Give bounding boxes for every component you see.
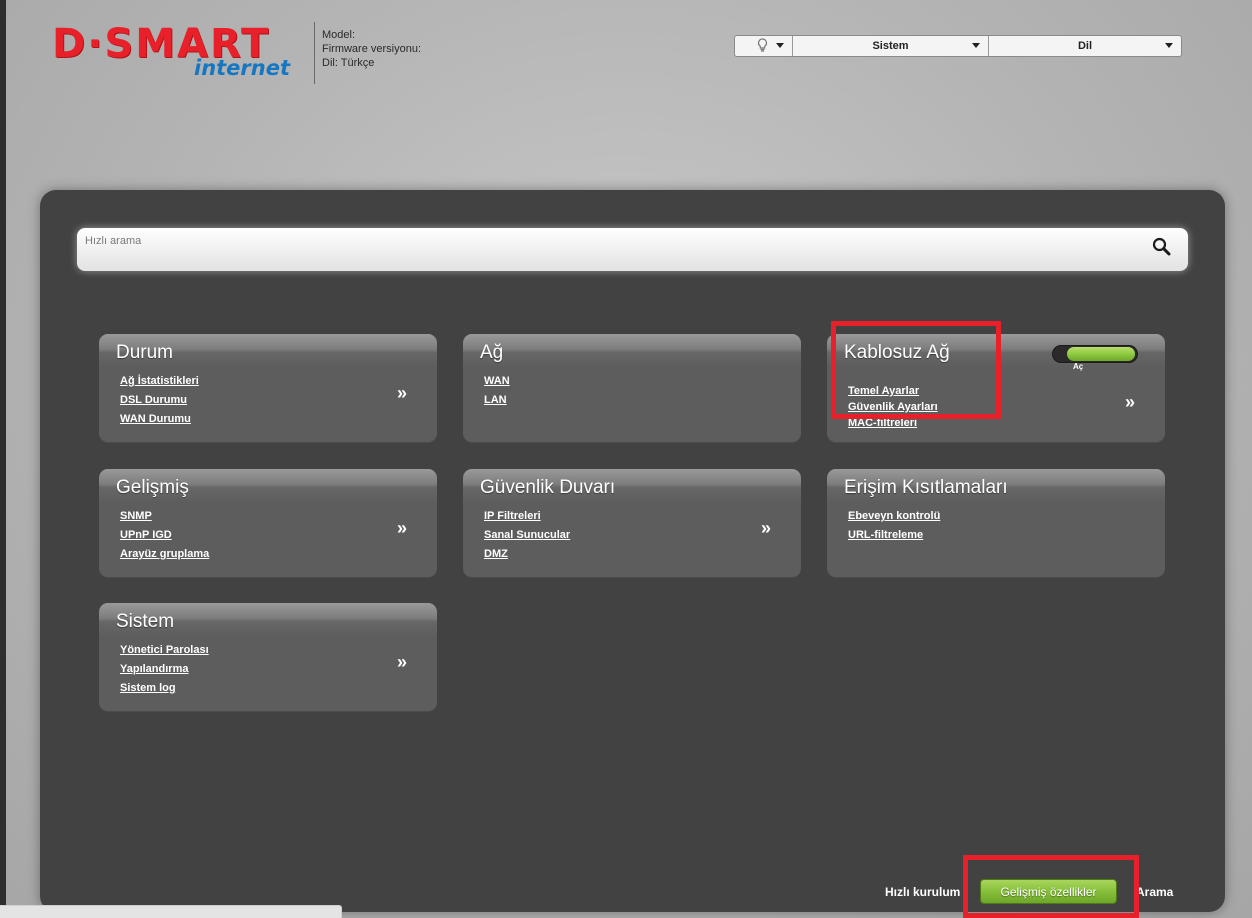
link-yapilandirma[interactable]: Yapılandırma — [120, 660, 209, 679]
card-title[interactable]: Ağ — [480, 342, 503, 364]
link-sistem-log[interactable]: Sistem log — [120, 679, 209, 698]
card-durum: Durum Ağ İstatistikleri DSL Durumu WAN D… — [99, 334, 437, 442]
card-links: Yönetici Parolası Yapılandırma Sistem lo… — [120, 641, 209, 698]
expand-arrow-icon[interactable]: » — [1125, 393, 1135, 411]
card-ag: Ağ WAN LAN — [463, 334, 801, 442]
toggle-fill — [1067, 347, 1135, 361]
card-title[interactable]: Güvenlik Duvarı — [480, 477, 615, 499]
system-menu-label: Sistem — [872, 40, 909, 52]
model-label: Model: — [322, 29, 356, 41]
header-divider — [314, 22, 315, 84]
card-header — [463, 334, 801, 368]
logo-sub-text: internet — [194, 56, 291, 80]
card-links: Ağ İstatistikleri DSL Durumu WAN Durumu — [120, 372, 199, 429]
link-mac-filtreleri[interactable]: MAC-filtreleri — [848, 415, 938, 431]
expand-arrow-icon[interactable]: » — [397, 519, 407, 537]
link-dmz[interactable]: DMZ — [484, 545, 570, 564]
chevron-down-icon — [1165, 43, 1173, 48]
chevron-down-icon — [776, 43, 784, 48]
left-edge-strip — [0, 0, 6, 918]
toggle-label: Aç — [1073, 362, 1084, 371]
card-guvenlik-duvari: Güvenlik Duvarı IP Filtreleri Sanal Sunu… — [463, 469, 801, 577]
card-title[interactable]: Kablosuz Ağ — [844, 342, 950, 364]
notifications-dropdown[interactable] — [735, 36, 793, 56]
card-title[interactable]: Erişim Kısıtlamaları — [844, 477, 1008, 499]
advanced-features-button[interactable]: Gelişmiş özellikler — [980, 879, 1117, 904]
link-wan-durumu[interactable]: WAN Durumu — [120, 410, 199, 429]
link-guvenlik-ayarlari[interactable]: Güvenlik Ayarları — [848, 399, 938, 415]
card-links: WAN LAN — [484, 372, 510, 410]
link-upnp-igd[interactable]: UPnP IGD — [120, 526, 209, 545]
card-title[interactable]: Durum — [116, 342, 173, 364]
dsmart-logo[interactable]: D·SMART internet — [52, 22, 308, 86]
status-bar — [0, 905, 342, 918]
quick-search-bar — [77, 228, 1188, 271]
link-lan[interactable]: LAN — [484, 391, 510, 410]
link-sanal-sunucular[interactable]: Sanal Sunucular — [484, 526, 570, 545]
search-footer-link[interactable]: Arama — [1136, 885, 1173, 899]
card-links: Temel Ayarlar Güvenlik Ayarları MAC-filt… — [848, 383, 938, 431]
card-title[interactable]: Sistem — [116, 611, 174, 633]
card-gelismis: Gelişmiş SNMP UPnP IGD Arayüz gruplama » — [99, 469, 437, 577]
link-ebeveyn-kontrolu[interactable]: Ebeveyn kontrolü — [848, 507, 940, 526]
lightbulb-icon — [757, 38, 768, 56]
expand-arrow-icon[interactable]: » — [761, 519, 771, 537]
top-menu-bar: Sistem Dil — [734, 35, 1182, 57]
card-erisim-kisitlamalari: Erişim Kısıtlamaları Ebeveyn kontrolü UR… — [827, 469, 1165, 577]
chevron-down-icon — [972, 43, 980, 48]
expand-arrow-icon[interactable]: » — [397, 653, 407, 671]
link-ip-filtreleri[interactable]: IP Filtreleri — [484, 507, 570, 526]
link-temel-ayarlar[interactable]: Temel Ayarlar — [848, 383, 938, 399]
wireless-toggle[interactable] — [1052, 345, 1138, 363]
link-wan[interactable]: WAN — [484, 372, 510, 391]
link-dsl-durumu[interactable]: DSL Durumu — [120, 391, 199, 410]
system-menu-dropdown[interactable]: Sistem — [793, 36, 989, 56]
link-yonetici-parolasi[interactable]: Yönetici Parolası — [120, 641, 209, 660]
language-menu-label: Dil — [1077, 40, 1093, 52]
link-snmp[interactable]: SNMP — [120, 507, 209, 526]
card-sistem: Sistem Yönetici Parolası Yapılandırma Si… — [99, 603, 437, 711]
card-links: IP Filtreleri Sanal Sunucular DMZ — [484, 507, 570, 564]
expand-arrow-icon[interactable]: » — [397, 384, 407, 402]
quick-setup-link[interactable]: Hızlı kurulum — [885, 885, 960, 899]
link-arayuz-gruplama[interactable]: Arayüz gruplama — [120, 545, 209, 564]
language-info: Dil: Türkçe — [322, 57, 375, 69]
link-ag-istatistikleri[interactable]: Ağ İstatistikleri — [120, 372, 199, 391]
search-icon[interactable] — [1151, 236, 1173, 258]
card-links: Ebeveyn kontrolü URL-filtreleme — [848, 507, 940, 545]
language-dropdown[interactable]: Dil — [989, 36, 1181, 56]
device-info: Model: Firmware versiyonu: Dil: Türkçe — [322, 28, 421, 70]
card-kablosuz-ag: Kablosuz Ağ Aç Temel Ayarlar Güvenlik Ay… — [827, 334, 1165, 442]
card-links: SNMP UPnP IGD Arayüz gruplama — [120, 507, 209, 564]
quick-search-input[interactable] — [83, 230, 1147, 252]
card-title[interactable]: Gelişmiş — [116, 477, 189, 499]
link-url-filtreleme[interactable]: URL-filtreleme — [848, 526, 940, 545]
firmware-label: Firmware versiyonu: — [322, 43, 422, 55]
